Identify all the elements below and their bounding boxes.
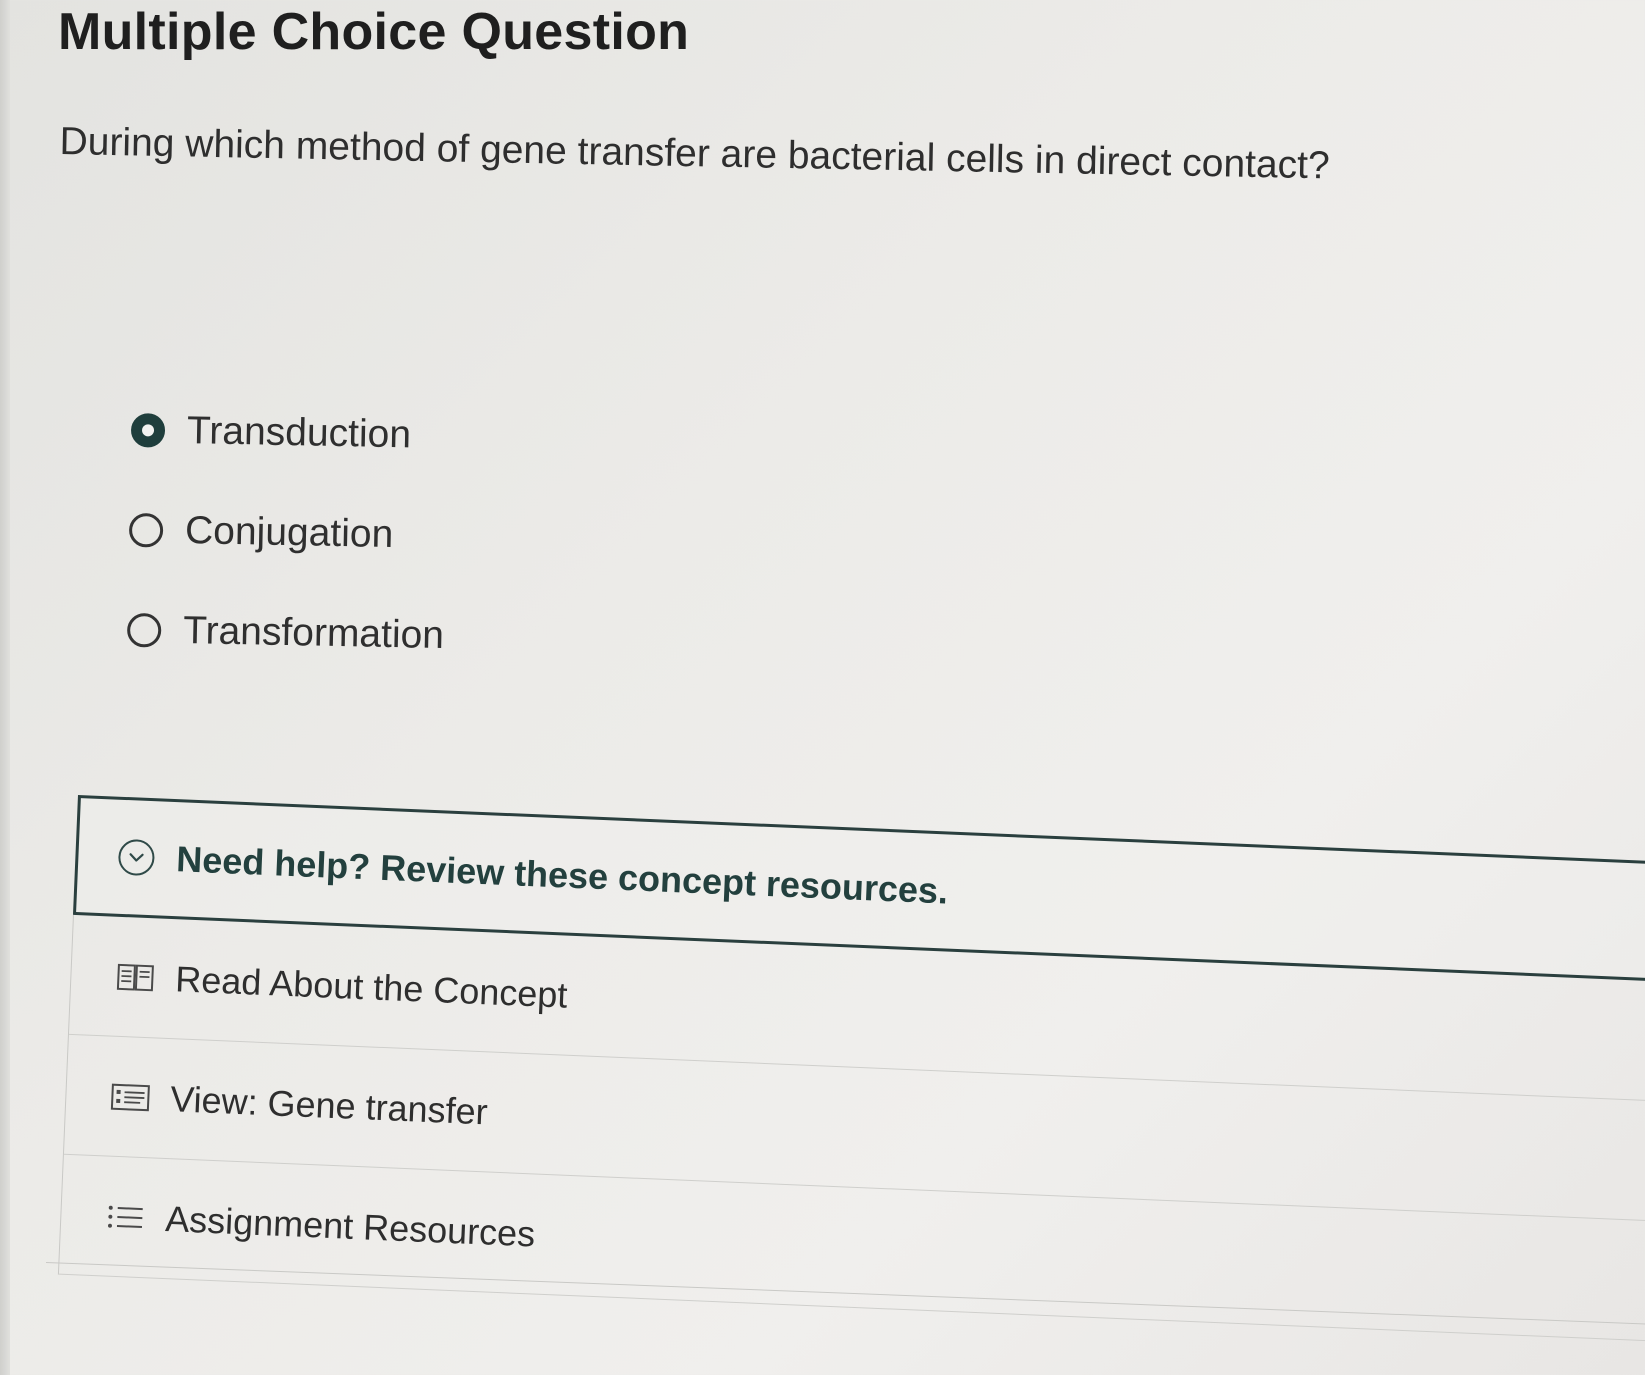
option-label: Conjugation [184, 509, 394, 557]
answer-options: Transduction Conjugation Transformation [126, 380, 449, 686]
radio-button-selected[interactable] [130, 412, 166, 448]
option-transformation[interactable]: Transformation [126, 580, 445, 686]
radio-dot [141, 424, 155, 437]
help-title: Need help? Review these concept resource… [175, 838, 949, 912]
resource-label: Read About the Concept [174, 957, 569, 1016]
option-label: Transduction [186, 409, 412, 457]
option-transduction[interactable]: Transduction [130, 380, 449, 486]
option-conjugation[interactable]: Conjugation [128, 480, 447, 586]
page-edge [0, 0, 10, 1375]
radio-button[interactable] [128, 512, 164, 548]
resource-label: View: Gene transfer [169, 1077, 489, 1132]
book-icon [115, 960, 156, 994]
question-text: During which method of gene transfer are… [59, 120, 1331, 188]
list-icon [105, 1200, 146, 1234]
radio-button[interactable] [126, 612, 162, 648]
option-label: Transformation [182, 609, 445, 658]
resource-list: Read About the Concept View: Gene transf… [57, 914, 1645, 1344]
chevron-down-circle-icon [117, 838, 156, 877]
resource-label: Assignment Resources [164, 1197, 537, 1255]
video-icon [110, 1080, 151, 1114]
page-title: Multiple Choice Question [58, 3, 690, 61]
help-panel: Need help? Review these concept resource… [57, 795, 1645, 1344]
